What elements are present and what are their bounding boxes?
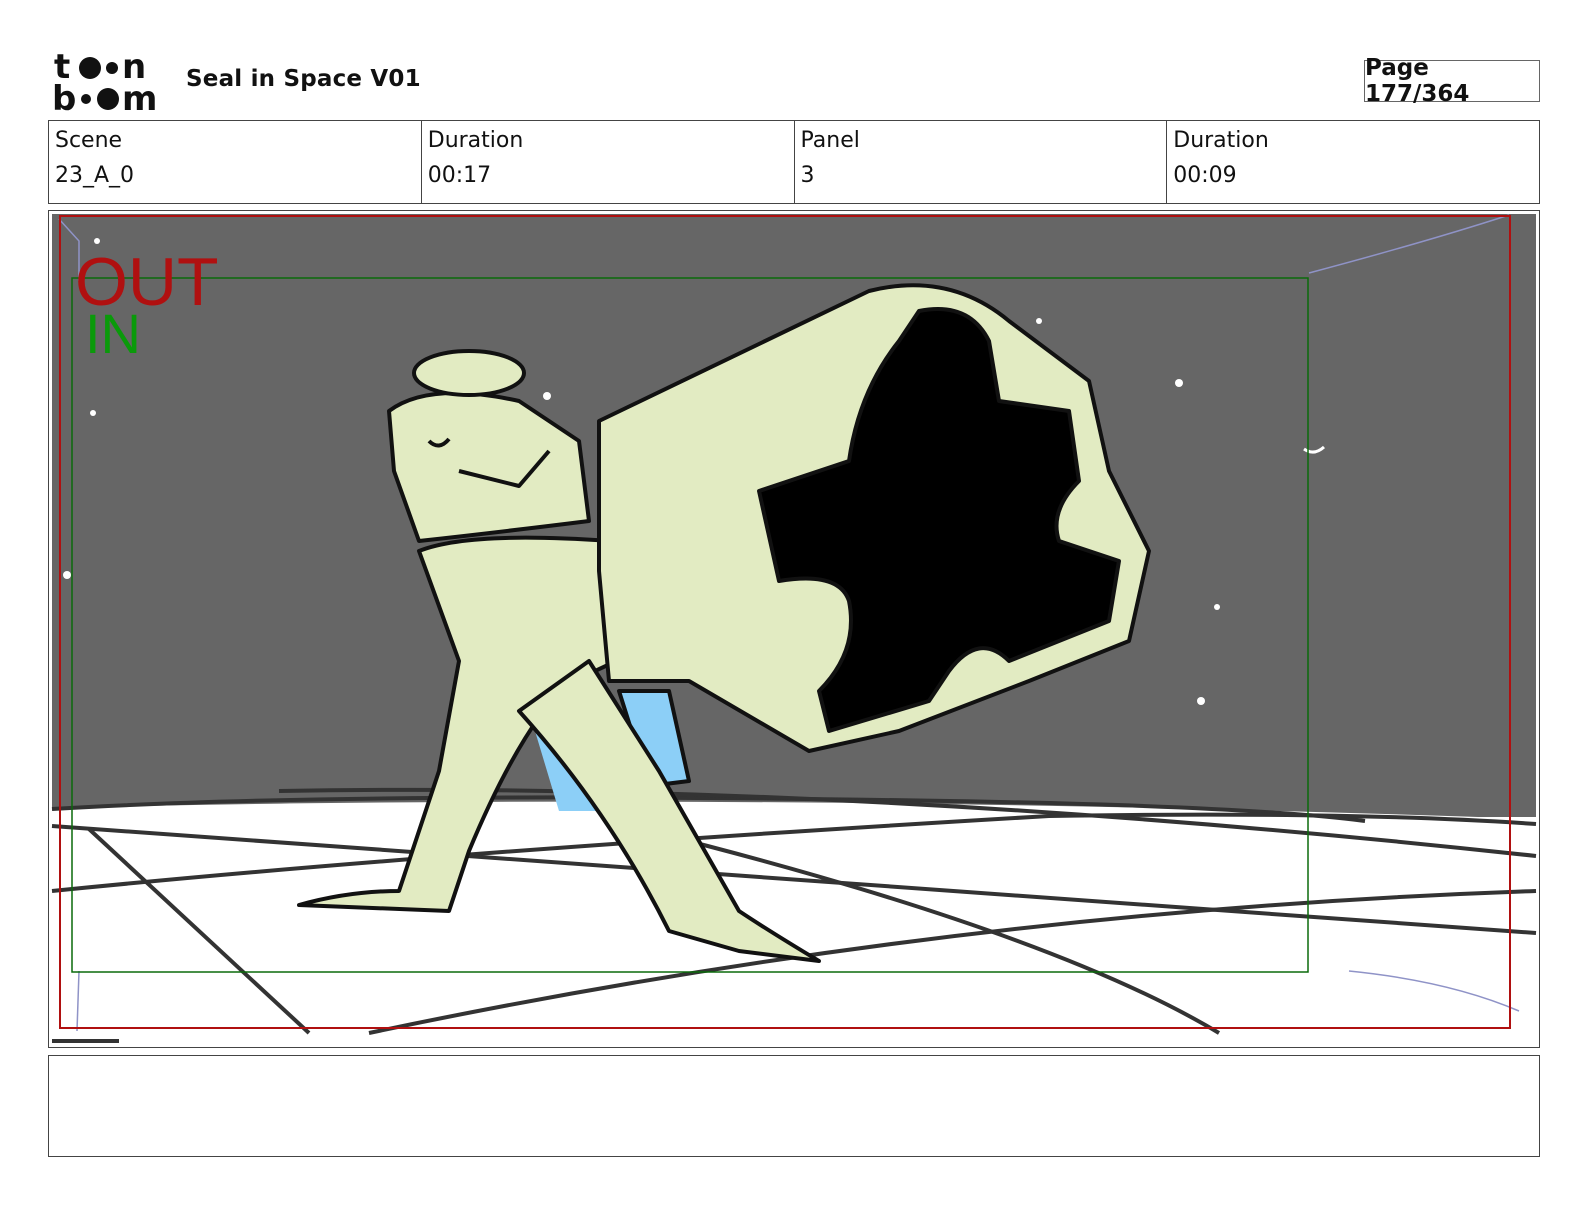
page-number: Page 177/364 [1364,55,1540,107]
panel-cell: Panel 3 [795,121,1168,203]
panel-duration-cell: Duration 00:09 [1167,121,1539,203]
scene-value: 23_A_0 [55,163,135,188]
panel-notes [48,1055,1540,1157]
scene-info-table: Scene 23_A_0 Duration 00:17 Panel 3 Dura… [48,120,1540,204]
scene-duration-label: Duration [427,128,524,153]
svg-text:b: b [52,79,76,114]
scene-cell: Scene 23_A_0 [49,121,422,203]
svg-text:m: m [122,79,157,114]
panel-duration-value: 00:09 [1173,163,1237,188]
document-title: Seal in Space V01 [186,66,421,92]
toonboom-logo: t n b m [52,48,157,114]
panel-value: 3 [800,163,815,188]
scene-duration-cell: Duration 00:17 [422,121,795,203]
panel-label: Panel [800,128,860,153]
scene-label: Scene [55,128,123,153]
in-label: IN [85,302,141,365]
scene-duration-value: 00:17 [427,163,492,188]
floor [52,801,1536,1044]
panel-duration-label: Duration [1173,128,1269,153]
panel-drawing: OUT IN [51,214,1537,1044]
storyboard-panel: OUT IN [48,210,1540,1048]
